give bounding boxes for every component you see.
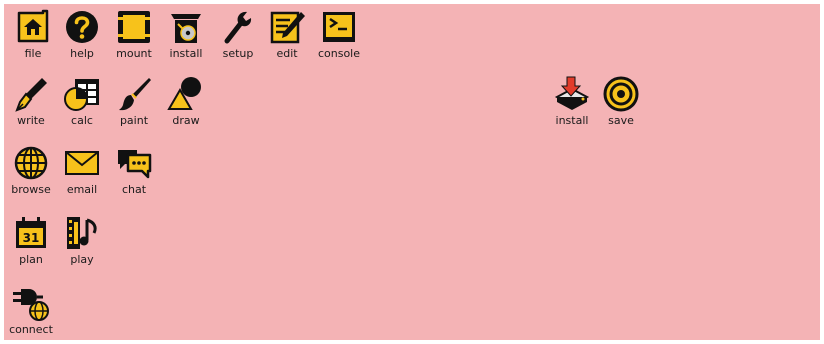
- desktop-icon-label: file: [24, 47, 42, 60]
- shapes-icon: [167, 75, 205, 113]
- calendar-icon: 31: [12, 214, 50, 252]
- install-arrow-drive-icon: [553, 75, 591, 113]
- desktop-icon-label: help: [70, 47, 94, 60]
- desktop-icon-label: install: [555, 114, 589, 127]
- fountain-pen-icon: [12, 75, 50, 113]
- desktop-icon-label: browse: [11, 183, 51, 196]
- desktop-icon-console[interactable]: console: [312, 8, 366, 66]
- desktop-icon-label: console: [317, 47, 361, 60]
- desktop: file help mount install setup edit conso…: [4, 4, 820, 340]
- desktop-icon-label: write: [17, 114, 45, 127]
- desktop-icon-draw[interactable]: draw: [159, 75, 213, 133]
- desktop-icon-edit[interactable]: edit: [260, 8, 314, 66]
- desktop-icon-browse[interactable]: browse: [4, 144, 58, 202]
- folder-home-icon: [14, 8, 52, 46]
- question-icon: [63, 8, 101, 46]
- desktop-icon-label: install: [169, 47, 203, 60]
- wrench-icon: [219, 8, 257, 46]
- desktop-icon-label: connect: [9, 323, 53, 336]
- desktop-icon-plan[interactable]: 31 plan: [4, 214, 58, 272]
- desktop-icon-label: save: [608, 114, 634, 127]
- desktop-icon-label: calc: [71, 114, 93, 127]
- drive-icon: [115, 8, 153, 46]
- desktop-icon-label: play: [70, 253, 94, 266]
- desktop-icon-setup[interactable]: setup: [211, 8, 265, 66]
- desktop-icon-label: chat: [121, 183, 147, 196]
- target-icon: [602, 75, 640, 113]
- desktop-icon-label: email: [66, 183, 98, 196]
- desktop-icon-label: edit: [276, 47, 298, 60]
- desktop-icon-mount[interactable]: mount: [107, 8, 161, 66]
- globe-icon: [12, 144, 50, 182]
- envelope-icon: [63, 144, 101, 182]
- desktop-icon-chat[interactable]: chat: [107, 144, 161, 202]
- desktop-icon-file[interactable]: file: [6, 8, 60, 66]
- desktop-icon-install[interactable]: install: [159, 8, 213, 66]
- desktop-icon-label: plan: [19, 253, 43, 266]
- film-music-icon: [63, 214, 101, 252]
- desktop-icon-label: paint: [119, 114, 149, 127]
- desktop-icon-install-drive[interactable]: install: [545, 75, 599, 133]
- paintbrush-icon: [115, 75, 153, 113]
- desktop-icon-write[interactable]: write: [4, 75, 58, 133]
- plug-globe-icon: [12, 284, 50, 322]
- package-disc-icon: [167, 8, 205, 46]
- desktop-icon-play[interactable]: play: [55, 214, 109, 272]
- notepad-pencil-icon: [268, 8, 306, 46]
- desktop-icon-email[interactable]: email: [55, 144, 109, 202]
- spreadsheet-icon: [63, 75, 101, 113]
- desktop-icon-label: draw: [172, 114, 200, 127]
- desktop-icon-calc[interactable]: calc: [55, 75, 109, 133]
- desktop-icon-help[interactable]: help: [55, 8, 109, 66]
- speech-bubbles-icon: [115, 144, 153, 182]
- terminal-icon: [320, 8, 358, 46]
- desktop-icon-save[interactable]: save: [594, 75, 648, 133]
- desktop-icon-paint[interactable]: paint: [107, 75, 161, 133]
- svg-text:31: 31: [23, 231, 40, 245]
- desktop-icon-label: setup: [222, 47, 254, 60]
- desktop-icon-label: mount: [116, 47, 152, 60]
- desktop-icon-connect[interactable]: connect: [4, 284, 58, 340]
